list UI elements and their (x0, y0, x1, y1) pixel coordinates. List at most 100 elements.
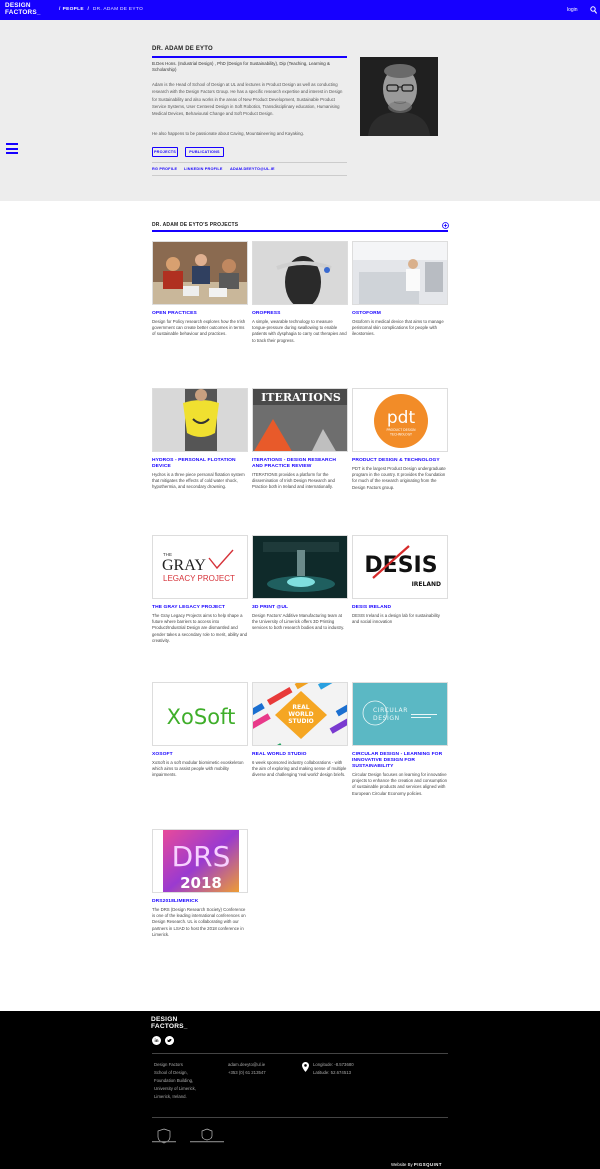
circular-line-1: CIRCULAR (373, 707, 408, 714)
project-thumbnail[interactable] (152, 241, 248, 305)
website-credit[interactable]: Website By PIGSQUINT (391, 1162, 442, 1167)
project-card-desis[interactable]: DESIS IRELAND DESIS IRELAND DESIS Irelan… (352, 535, 448, 625)
footer-phone: +353 (0) 61 213547 (228, 1069, 266, 1075)
project-card-oropress[interactable]: OROPRESS A simple, wearable technology t… (252, 241, 348, 344)
project-title[interactable]: OPEN PRACTICES (152, 311, 248, 317)
project-card-iterations[interactable]: ITERATIONS ITERATIONS - DESIGN RESEARCH … (252, 388, 348, 491)
project-card-gray-legacy[interactable]: THE GRAY LEGACY PROJECT THE GRAY LEGACY … (152, 535, 248, 644)
design-factors-logo[interactable]: DESIGN FACTORS_ (5, 2, 41, 16)
iterations-wordmark: ITERATIONS (261, 391, 341, 404)
expand-plus-icon[interactable] (442, 222, 449, 229)
profile-bio: Adam is the Head of School of Design at … (152, 82, 343, 117)
rws-line-1: REAL (292, 704, 309, 711)
breadcrumb-people[interactable]: PEOPLE (63, 7, 84, 12)
project-title[interactable]: ITERATIONS - DESIGN RESEARCH AND PRACTIC… (252, 458, 348, 470)
project-description: Hydros is a three piece personal flotati… (152, 472, 245, 490)
project-thumbnail[interactable] (152, 388, 248, 452)
publications-button[interactable]: PUBLICATIONS (185, 147, 224, 157)
project-title[interactable]: OROPRESS (252, 311, 348, 317)
rg-profile-link[interactable]: RG PROFILE (152, 167, 177, 171)
project-thumbnail[interactable]: pdt PRODUCT DESIGN TECHNOLOGY (352, 388, 448, 452)
twitter-icon[interactable] (165, 1036, 174, 1045)
project-card-open-practices[interactable]: OPEN PRACTICES Design for Policy researc… (152, 241, 248, 338)
footer-divider (152, 1053, 448, 1054)
project-card-circular-design[interactable]: CIRCULAR DESIGN CIRCULAR DESIGN - LEARNI… (352, 682, 448, 797)
project-thumbnail[interactable]: XoSoft (152, 682, 248, 746)
project-description: A simple, wearable technology to measure… (252, 319, 347, 343)
project-thumbnail[interactable] (252, 241, 348, 305)
project-thumbnail[interactable] (352, 241, 448, 305)
address-line: Limerick, Ireland. (154, 1093, 187, 1099)
drs-year: 2018 (180, 874, 222, 892)
footer-email-link[interactable]: adam.deeyto@ul.ie (228, 1061, 298, 1069)
project-title[interactable]: 3D PRINT @UL (252, 605, 348, 611)
project-title[interactable]: OSTOFORM (352, 311, 448, 317)
gray-subtitle: LEGACY PROJECT (163, 574, 235, 583)
project-card-real-world-studio[interactable]: REAL WORLD STUDIO REAL WORLD STUDIO 6 we… (252, 682, 348, 779)
project-title[interactable]: CIRCULAR DESIGN - LEARNING FOR INNOVATIV… (352, 752, 448, 770)
project-thumbnail[interactable]: CIRCULAR DESIGN (352, 682, 448, 746)
project-description: Design for Policy research explores how … (152, 319, 246, 337)
project-title[interactable]: REAL WORLD STUDIO (252, 752, 348, 758)
footer-contact: adam.deeyto@ul.ie +353 (0) 61 213547 (228, 1061, 298, 1077)
project-card-ostoform[interactable]: OSTOFORM Ostoform is medical device that… (352, 241, 448, 338)
drs-wordmark: DRS (172, 840, 231, 873)
profile-portrait (360, 57, 438, 136)
search-icon[interactable] (590, 6, 597, 14)
footer-divider (152, 1117, 448, 1118)
desis-subtitle: IRELAND (412, 581, 441, 588)
footer-address: Design Factors School of Design, Foundat… (154, 1061, 214, 1101)
site-footer: DESIGN FACTORS_ in Design Factors School… (0, 1011, 600, 1169)
project-description: The DRS (Design Research Society) Confer… (152, 907, 246, 937)
breadcrumb-current: DR. ADAM DE EYTO (92, 7, 144, 12)
project-title[interactable]: XOSOFT (152, 752, 248, 758)
login-link[interactable]: login (567, 7, 578, 13)
project-thumbnail[interactable]: DESIS IRELAND (352, 535, 448, 599)
project-description: PDT is the largest Product Design underg… (352, 466, 446, 490)
projects-button[interactable]: PROJECTS (152, 147, 178, 157)
project-card-xosoft[interactable]: XoSoft XOSOFT XoSoft is a soft modular b… (152, 682, 248, 779)
rws-line-3: STUDIO (288, 718, 314, 725)
project-thumbnail[interactable]: DRS 2018 (152, 829, 248, 893)
project-thumbnail[interactable]: REAL WORLD STUDIO (252, 682, 348, 746)
credit-prefix: Website By (391, 1162, 413, 1167)
address-line: University of Limerick, (154, 1085, 197, 1091)
project-title[interactable]: DRS2018LIMERICK (152, 899, 248, 905)
project-description: The Gray Legacy Projects aims to help sh… (152, 613, 248, 643)
university-of-limerick-crest-logo[interactable] (190, 1128, 224, 1144)
project-card-drs2018[interactable]: DRS 2018 DRS2018LIMERICK The DRS (Design… (152, 829, 248, 938)
project-description: XoSoft is a soft modular biomimetic exos… (152, 760, 244, 778)
project-card-hydros[interactable]: HYDROS - PERSONAL FLOTATION DEVICE Hydro… (152, 388, 248, 491)
footer-logo-line-2: FACTORS_ (151, 1022, 188, 1030)
school-of-design-crest-logo[interactable] (152, 1128, 176, 1144)
project-title[interactable]: PRODUCT DESIGN & TECHNOLOGY (352, 458, 448, 464)
hamburger-menu-icon[interactable] (6, 143, 18, 154)
linkedin-icon[interactable]: in (152, 1036, 161, 1045)
pdt-subtitle-2: TECHNOLOGY (389, 433, 412, 437)
divider (152, 162, 347, 163)
email-link[interactable]: ADAM.DEEYTO@UL.IE (230, 167, 275, 171)
breadcrumb: / PEOPLE / DR. ADAM DE EYTO (59, 7, 144, 12)
pdt-wordmark: pdt (387, 408, 416, 428)
project-card-pdt[interactable]: pdt PRODUCT DESIGN TECHNOLOGY PRODUCT DE… (352, 388, 448, 491)
profile-name: DR. ADAM DE EYTO (152, 46, 213, 52)
project-title[interactable]: DESIS IRELAND (352, 605, 448, 611)
project-title[interactable]: THE GRAY LEGACY PROJECT (152, 605, 248, 611)
profile-qualifications: B.Des Hons. (Industrial Design) , PhD (D… (152, 61, 330, 73)
projects-section-title: DR. ADAM DE EYTO'S PROJECTS (152, 222, 239, 228)
project-title[interactable]: HYDROS - PERSONAL FLOTATION DEVICE (152, 458, 248, 470)
project-thumbnail[interactable]: THE GRAY LEGACY PROJECT (152, 535, 248, 599)
profile-bio-extra: He also happens to be passionate about C… (152, 131, 304, 136)
project-thumbnail[interactable]: ITERATIONS (252, 388, 348, 452)
project-card-3d-print[interactable]: 3D PRINT @UL Design Factors' Additive Ma… (252, 535, 348, 632)
credit-agency-name[interactable]: PIGSQUINT (414, 1162, 442, 1167)
footer-logo[interactable]: DESIGN FACTORS_ (151, 1016, 188, 1031)
project-description: ITERATIONS provides a platform for the d… (252, 472, 335, 490)
address-line: Design Factors (154, 1062, 183, 1067)
longitude: Longitude: -8.573680 (313, 1062, 354, 1067)
project-thumbnail[interactable] (252, 535, 348, 599)
projects-divider (152, 230, 448, 232)
project-description: DESIS Ireland is a design lab for sustai… (352, 613, 440, 625)
linkedin-profile-link[interactable]: LINKEDIN PROFILE (184, 167, 223, 171)
address-line: Foundation Building, (154, 1077, 194, 1083)
